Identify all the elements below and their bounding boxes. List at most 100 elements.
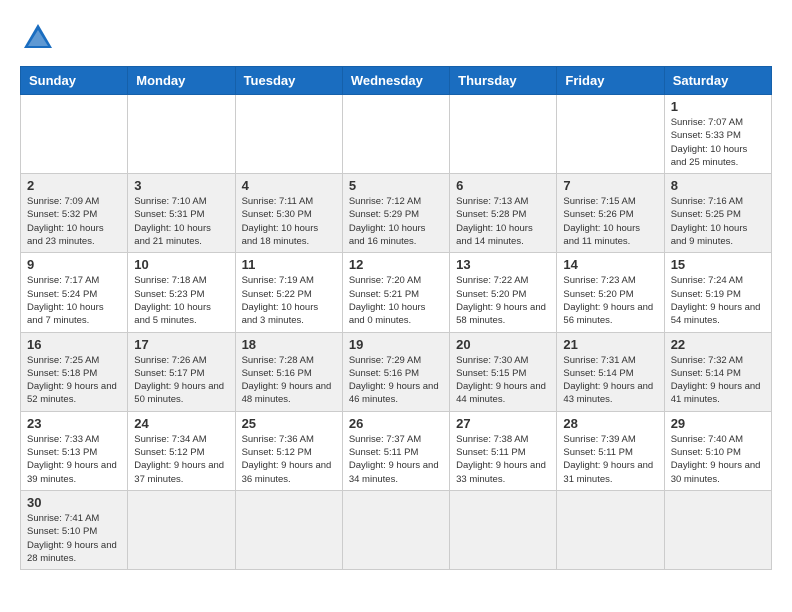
day-number: 3	[134, 178, 228, 193]
day-number: 26	[349, 416, 443, 431]
calendar-cell	[342, 490, 449, 569]
day-number: 8	[671, 178, 765, 193]
day-number: 22	[671, 337, 765, 352]
day-number: 4	[242, 178, 336, 193]
day-number: 23	[27, 416, 121, 431]
day-info: Sunrise: 7:33 AM Sunset: 5:13 PM Dayligh…	[27, 433, 121, 486]
calendar-cell: 8Sunrise: 7:16 AM Sunset: 5:25 PM Daylig…	[664, 174, 771, 253]
day-info: Sunrise: 7:22 AM Sunset: 5:20 PM Dayligh…	[456, 274, 550, 327]
calendar-week-0: 1 Sunrise: 7:07 AM Sunset: 5:33 PM Daylig…	[21, 95, 772, 174]
day-number: 20	[456, 337, 550, 352]
calendar-cell: 20Sunrise: 7:30 AM Sunset: 5:15 PM Dayli…	[450, 332, 557, 411]
calendar-cell: 6Sunrise: 7:13 AM Sunset: 5:28 PM Daylig…	[450, 174, 557, 253]
calendar-cell: 5 Sunrise: 7:12 AM Sunset: 5:29 PM Daylig…	[342, 174, 449, 253]
calendar-cell	[21, 95, 128, 174]
day-info: Sunrise: 7:29 AM Sunset: 5:16 PM Dayligh…	[349, 354, 443, 407]
day-info: Sunrise: 7:39 AM Sunset: 5:11 PM Dayligh…	[563, 433, 657, 486]
calendar-week-3: 16Sunrise: 7:25 AM Sunset: 5:18 PM Dayli…	[21, 332, 772, 411]
calendar-cell: 23 Sunrise: 7:33 AM Sunset: 5:13 PM Dayli…	[21, 411, 128, 490]
day-info: Sunrise: 7:11 AM Sunset: 5:30 PM Dayligh…	[242, 195, 336, 248]
calendar-cell	[128, 95, 235, 174]
day-info: Sunrise: 7:34 AM Sunset: 5:12 PM Dayligh…	[134, 433, 228, 486]
calendar-cell: 16Sunrise: 7:25 AM Sunset: 5:18 PM Dayli…	[21, 332, 128, 411]
day-number: 15	[671, 257, 765, 272]
day-info: Sunrise: 7:40 AM Sunset: 5:10 PM Dayligh…	[671, 433, 765, 486]
day-number: 29	[671, 416, 765, 431]
calendar-cell: 3 Sunrise: 7:10 AM Sunset: 5:31 PM Daylig…	[128, 174, 235, 253]
day-info: Sunrise: 7:31 AM Sunset: 5:14 PM Dayligh…	[563, 354, 657, 407]
header-day-thursday: Thursday	[450, 67, 557, 95]
calendar-cell: 26Sunrise: 7:37 AM Sunset: 5:11 PM Dayli…	[342, 411, 449, 490]
day-number: 28	[563, 416, 657, 431]
day-number: 12	[349, 257, 443, 272]
calendar-cell	[557, 490, 664, 569]
calendar-cell	[235, 95, 342, 174]
calendar-header: SundayMondayTuesdayWednesdayThursdayFrid…	[21, 67, 772, 95]
calendar-cell: 14 Sunrise: 7:23 AM Sunset: 5:20 PM Dayli…	[557, 253, 664, 332]
calendar-table: SundayMondayTuesdayWednesdayThursdayFrid…	[20, 66, 772, 570]
day-info: Sunrise: 7:09 AM Sunset: 5:32 PM Dayligh…	[27, 195, 121, 248]
day-info: Sunrise: 7:23 AM Sunset: 5:20 PM Dayligh…	[563, 274, 657, 327]
day-number: 14	[563, 257, 657, 272]
day-number: 9	[27, 257, 121, 272]
day-info: Sunrise: 7:12 AM Sunset: 5:29 PM Dayligh…	[349, 195, 443, 248]
day-info: Sunrise: 7:19 AM Sunset: 5:22 PM Dayligh…	[242, 274, 336, 327]
header-row: SundayMondayTuesdayWednesdayThursdayFrid…	[21, 67, 772, 95]
calendar-cell: 10Sunrise: 7:18 AM Sunset: 5:23 PM Dayli…	[128, 253, 235, 332]
calendar-cell	[235, 490, 342, 569]
calendar-cell: 15Sunrise: 7:24 AM Sunset: 5:19 PM Dayli…	[664, 253, 771, 332]
calendar-cell: 12 Sunrise: 7:20 AM Sunset: 5:21 PM Dayli…	[342, 253, 449, 332]
calendar-cell: 1 Sunrise: 7:07 AM Sunset: 5:33 PM Daylig…	[664, 95, 771, 174]
calendar-cell	[128, 490, 235, 569]
calendar-cell: 22 Sunrise: 7:32 AM Sunset: 5:14 PM Dayli…	[664, 332, 771, 411]
calendar-cell: 17Sunrise: 7:26 AM Sunset: 5:17 PM Dayli…	[128, 332, 235, 411]
header-day-tuesday: Tuesday	[235, 67, 342, 95]
day-number: 7	[563, 178, 657, 193]
calendar-cell: 19 Sunrise: 7:29 AM Sunset: 5:16 PM Dayli…	[342, 332, 449, 411]
day-number: 27	[456, 416, 550, 431]
calendar-cell: 11 Sunrise: 7:19 AM Sunset: 5:22 PM Dayli…	[235, 253, 342, 332]
header-day-sunday: Sunday	[21, 67, 128, 95]
calendar-cell: 7 Sunrise: 7:15 AM Sunset: 5:26 PM Daylig…	[557, 174, 664, 253]
calendar-week-5: 30Sunrise: 7:41 AM Sunset: 5:10 PM Dayli…	[21, 490, 772, 569]
calendar-cell: 27 Sunrise: 7:38 AM Sunset: 5:11 PM Dayli…	[450, 411, 557, 490]
calendar-week-4: 23 Sunrise: 7:33 AM Sunset: 5:13 PM Dayli…	[21, 411, 772, 490]
header-day-wednesday: Wednesday	[342, 67, 449, 95]
day-info: Sunrise: 7:38 AM Sunset: 5:11 PM Dayligh…	[456, 433, 550, 486]
day-info: Sunrise: 7:13 AM Sunset: 5:28 PM Dayligh…	[456, 195, 550, 248]
header-day-friday: Friday	[557, 67, 664, 95]
calendar-cell: 2 Sunrise: 7:09 AM Sunset: 5:32 PM Daylig…	[21, 174, 128, 253]
day-number: 11	[242, 257, 336, 272]
day-number: 25	[242, 416, 336, 431]
day-info: Sunrise: 7:32 AM Sunset: 5:14 PM Dayligh…	[671, 354, 765, 407]
calendar-cell	[450, 95, 557, 174]
day-number: 21	[563, 337, 657, 352]
calendar-cell: 9 Sunrise: 7:17 AM Sunset: 5:24 PM Daylig…	[21, 253, 128, 332]
calendar-cell: 24 Sunrise: 7:34 AM Sunset: 5:12 PM Dayli…	[128, 411, 235, 490]
day-info: Sunrise: 7:15 AM Sunset: 5:26 PM Dayligh…	[563, 195, 657, 248]
calendar-week-1: 2 Sunrise: 7:09 AM Sunset: 5:32 PM Daylig…	[21, 174, 772, 253]
day-number: 10	[134, 257, 228, 272]
day-number: 1	[671, 99, 765, 114]
day-info: Sunrise: 7:25 AM Sunset: 5:18 PM Dayligh…	[27, 354, 121, 407]
day-info: Sunrise: 7:36 AM Sunset: 5:12 PM Dayligh…	[242, 433, 336, 486]
calendar-cell	[664, 490, 771, 569]
logo	[20, 20, 62, 56]
calendar-cell: 18Sunrise: 7:28 AM Sunset: 5:16 PM Dayli…	[235, 332, 342, 411]
day-number: 24	[134, 416, 228, 431]
calendar-cell: 28 Sunrise: 7:39 AM Sunset: 5:11 PM Dayli…	[557, 411, 664, 490]
day-info: Sunrise: 7:28 AM Sunset: 5:16 PM Dayligh…	[242, 354, 336, 407]
day-number: 19	[349, 337, 443, 352]
day-info: Sunrise: 7:26 AM Sunset: 5:17 PM Dayligh…	[134, 354, 228, 407]
calendar-cell: 21 Sunrise: 7:31 AM Sunset: 5:14 PM Dayli…	[557, 332, 664, 411]
day-info: Sunrise: 7:07 AM Sunset: 5:33 PM Dayligh…	[671, 116, 765, 169]
calendar-cell: 29 Sunrise: 7:40 AM Sunset: 5:10 PM Dayli…	[664, 411, 771, 490]
calendar-cell: 25 Sunrise: 7:36 AM Sunset: 5:12 PM Dayli…	[235, 411, 342, 490]
day-number: 5	[349, 178, 443, 193]
day-info: Sunrise: 7:17 AM Sunset: 5:24 PM Dayligh…	[27, 274, 121, 327]
header-day-monday: Monday	[128, 67, 235, 95]
day-info: Sunrise: 7:10 AM Sunset: 5:31 PM Dayligh…	[134, 195, 228, 248]
calendar-cell	[450, 490, 557, 569]
day-info: Sunrise: 7:20 AM Sunset: 5:21 PM Dayligh…	[349, 274, 443, 327]
day-number: 2	[27, 178, 121, 193]
